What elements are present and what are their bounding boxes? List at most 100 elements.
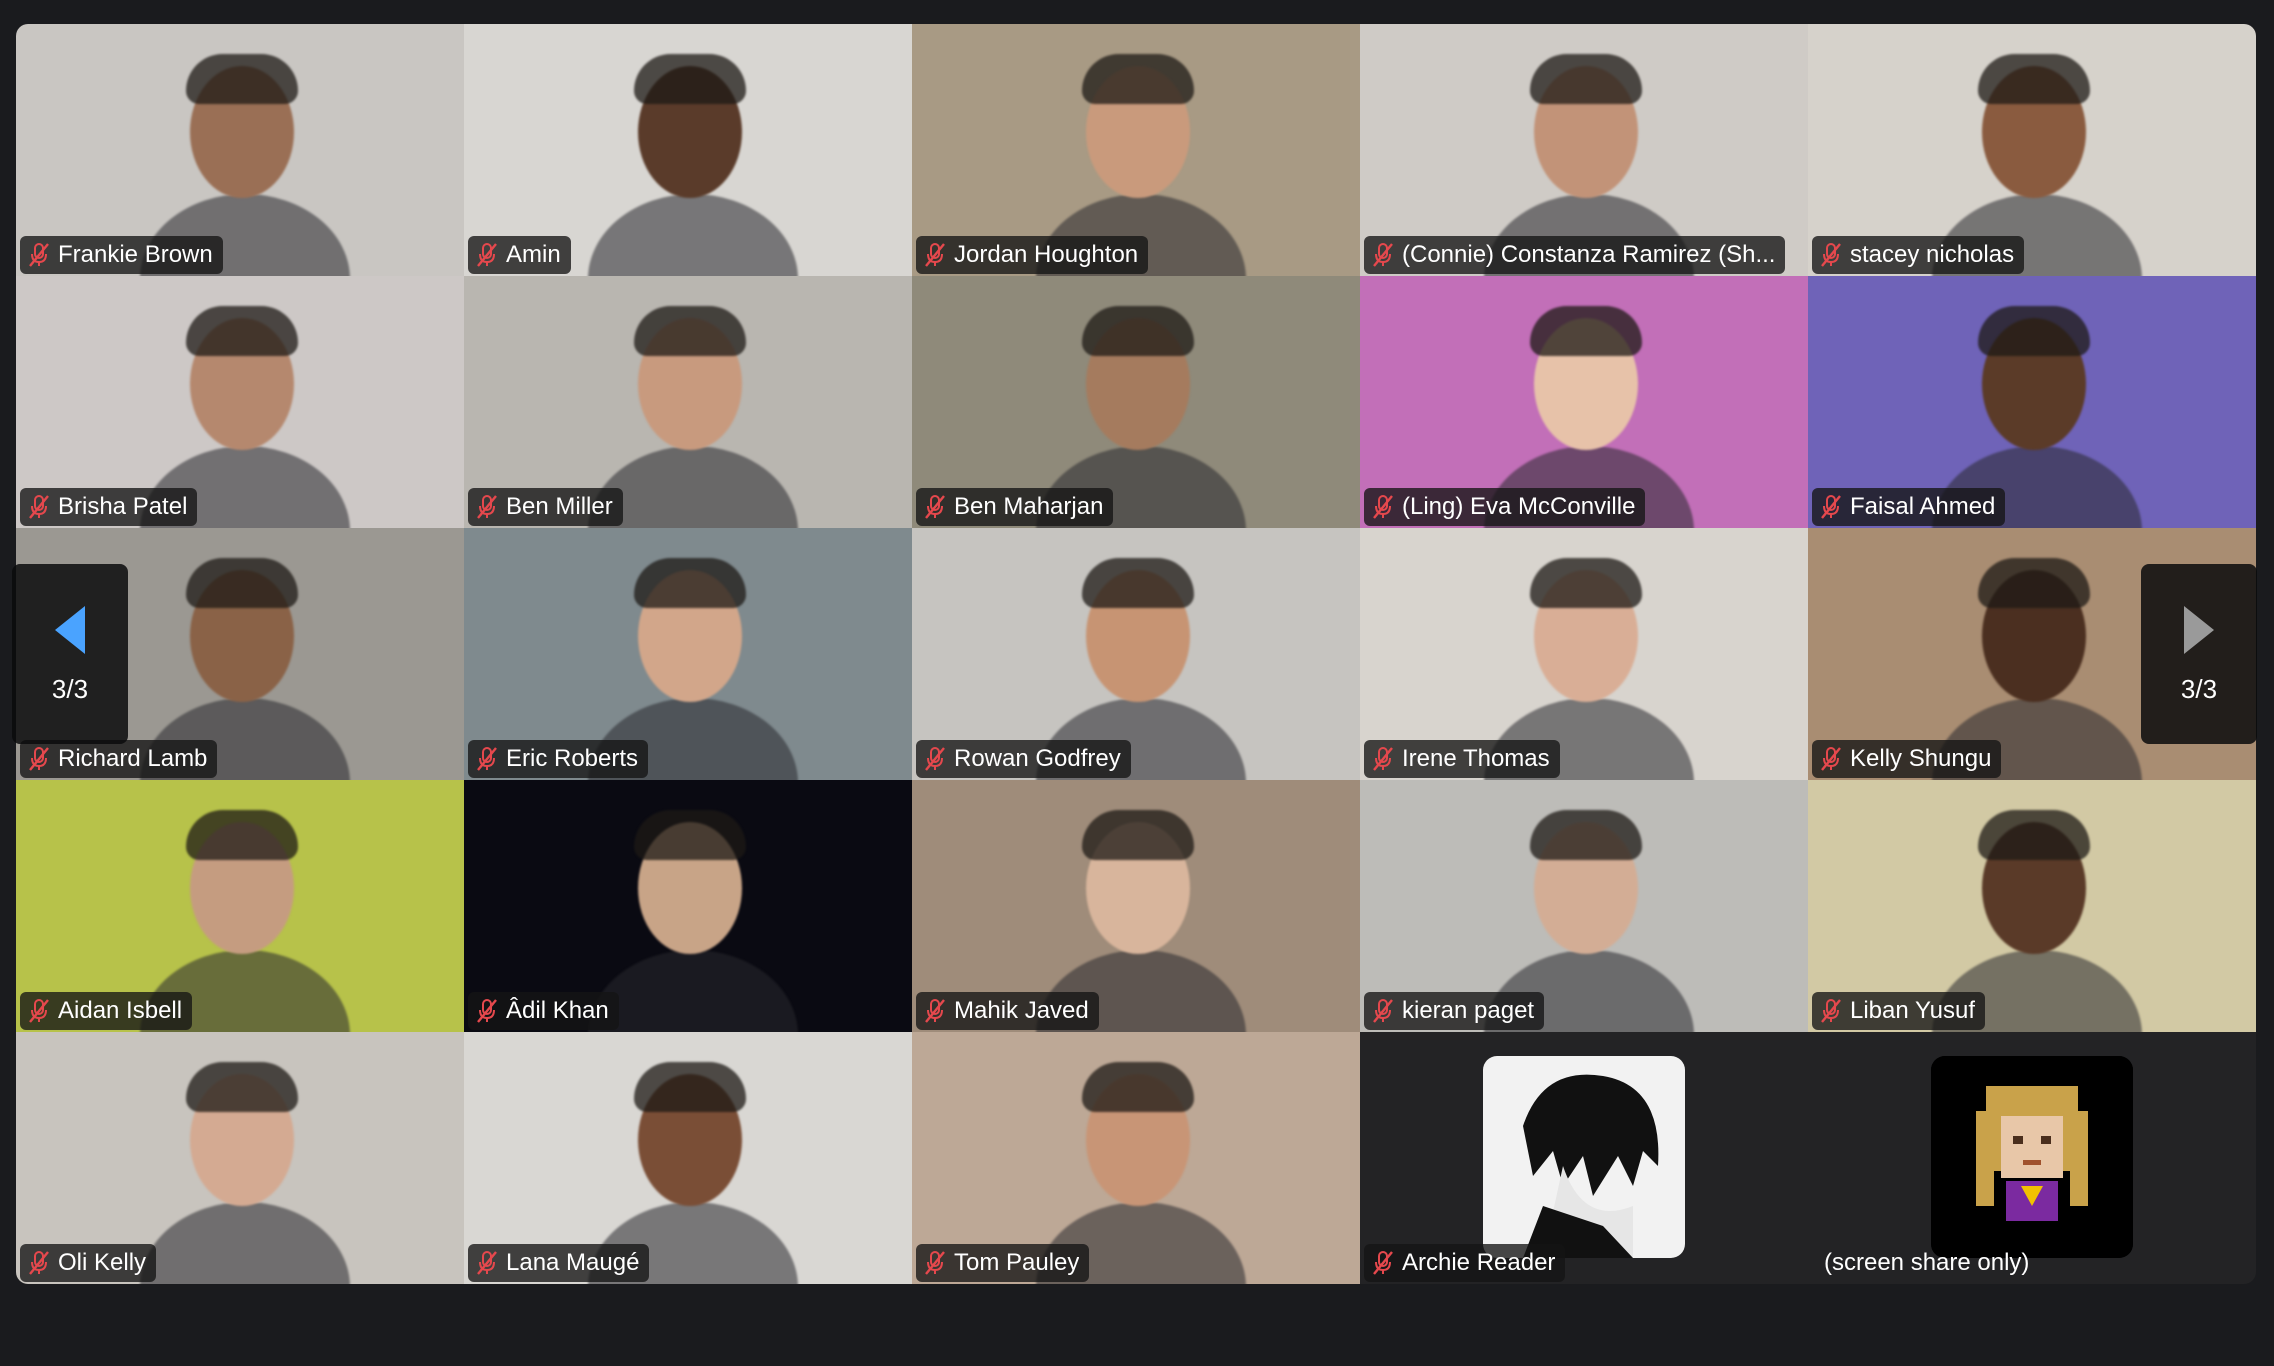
participant-tile[interactable]: Faisal Ahmed [1808, 276, 2256, 528]
chevron-right-icon [2184, 605, 2214, 654]
participant-name: Faisal Ahmed [1850, 493, 1996, 520]
muted-microphone-icon [29, 999, 49, 1023]
participant-name-tag: Tom Pauley [916, 1244, 1090, 1282]
participant-tile[interactable]: Mahik Javed [912, 780, 1360, 1032]
participant-body [588, 950, 798, 1032]
participant-hair [186, 558, 298, 608]
participant-name-tag: Irene Thomas [1364, 740, 1560, 778]
participant-body [140, 1202, 350, 1284]
participant-name: Ben Miller [506, 493, 613, 520]
participant-name-tag: Ben Miller [468, 488, 623, 526]
next-page-button[interactable]: 3/3 [2141, 564, 2257, 744]
participant-tile[interactable]: Tom Pauley [912, 1032, 1360, 1284]
participant-tile[interactable]: Eric Roberts [464, 528, 912, 780]
participant-name: Liban Yusuf [1850, 997, 1976, 1024]
muted-microphone-icon [1821, 999, 1841, 1023]
participant-hair [634, 1062, 746, 1112]
participant-name: Âdil Khan [506, 997, 609, 1024]
participant-hair [1530, 54, 1642, 104]
participant-tile[interactable]: Amin [464, 24, 912, 276]
participant-name: Mahik Javed [954, 997, 1089, 1024]
participant-name: Richard Lamb [58, 745, 208, 772]
participant-name: Frankie Brown [58, 241, 213, 268]
participant-name: Jordan Houghton [954, 241, 1139, 268]
participant-tile[interactable]: (Connie) Constanza Ramirez (Sh... [1360, 24, 1808, 276]
muted-microphone-icon [29, 1251, 49, 1275]
participant-hair [1978, 558, 2090, 608]
participant-name: Tom Pauley [954, 1249, 1080, 1276]
participant-name: Eric Roberts [506, 745, 639, 772]
participant-name-tag: Liban Yusuf [1812, 992, 1986, 1030]
participant-name: Archie Reader [1402, 1249, 1556, 1276]
muted-microphone-icon [925, 747, 945, 771]
participant-name-tag: Faisal Ahmed [1812, 488, 2006, 526]
participant-name-tag: Oli Kelly [20, 1244, 157, 1282]
participant-tile[interactable]: Liban Yusuf [1808, 780, 2256, 1032]
muted-microphone-icon [1821, 495, 1841, 519]
participant-hair [1530, 306, 1642, 356]
video-grid: Frankie Brown Amin Jordan Houghton (Connie)… [16, 24, 2256, 1284]
muted-microphone-icon [1373, 243, 1393, 267]
participant-tile[interactable]: (screen share only) [1808, 1032, 2256, 1284]
participant-name: (Ling) Eva McConville [1402, 493, 1636, 520]
participant-tile[interactable]: kieran paget [1360, 780, 1808, 1032]
participant-name-tag: Mahik Javed [916, 992, 1099, 1030]
muted-microphone-icon [477, 243, 497, 267]
participant-name: Amin [506, 241, 561, 268]
participant-tile[interactable]: Lana Maugé [464, 1032, 912, 1284]
muted-microphone-icon [1373, 495, 1393, 519]
participant-tile[interactable]: stacey nicholas [1808, 24, 2256, 276]
participant-name-tag: Ben Maharjan [916, 488, 1114, 526]
participant-name-tag: kieran paget [1364, 992, 1545, 1030]
participant-name: Aidan Isbell [58, 997, 183, 1024]
participant-name: (screen share only) [1824, 1249, 2030, 1276]
participant-name-tag: Âdil Khan [468, 992, 619, 1030]
participant-tile[interactable]: Brisha Patel [16, 276, 464, 528]
participant-name-tag: Richard Lamb [20, 740, 218, 778]
muted-microphone-icon [477, 747, 497, 771]
participant-tile[interactable]: Archie Reader [1360, 1032, 1808, 1284]
participant-hair [1082, 810, 1194, 860]
participant-hair [1978, 810, 2090, 860]
participant-name: (Connie) Constanza Ramirez (Sh... [1402, 241, 1776, 268]
previous-page-button[interactable]: 3/3 [12, 564, 128, 744]
participant-tile[interactable]: (Ling) Eva McConville [1360, 276, 1808, 528]
participant-name: Irene Thomas [1402, 745, 1550, 772]
muted-microphone-icon [1373, 1251, 1393, 1275]
participant-name-tag: Lana Maugé [468, 1244, 650, 1282]
participant-hair [186, 810, 298, 860]
chevron-left-icon [55, 605, 85, 654]
participant-tile[interactable]: Aidan Isbell [16, 780, 464, 1032]
participant-hair [1978, 54, 2090, 104]
participant-name-tag: Jordan Houghton [916, 236, 1149, 274]
participant-tile[interactable]: Ben Miller [464, 276, 912, 528]
participant-name-tag: Rowan Godfrey [916, 740, 1131, 778]
participant-tile[interactable]: Âdil Khan [464, 780, 912, 1032]
participant-name-tag: (screen share only) [1816, 1244, 2039, 1282]
participant-hair [634, 558, 746, 608]
participant-hair [1530, 810, 1642, 860]
participant-name: stacey nicholas [1850, 241, 2015, 268]
muted-microphone-icon [1373, 747, 1393, 771]
participant-name: Kelly Shungu [1850, 745, 1992, 772]
participant-tile[interactable]: Irene Thomas [1360, 528, 1808, 780]
participant-name: Brisha Patel [58, 493, 188, 520]
participant-tile[interactable]: Jordan Houghton [912, 24, 1360, 276]
participant-name-tag: (Ling) Eva McConville [1364, 488, 1646, 526]
participant-name-tag: Brisha Patel [20, 488, 198, 526]
muted-microphone-icon [925, 243, 945, 267]
profile-avatar [1931, 1056, 2133, 1258]
muted-microphone-icon [477, 999, 497, 1023]
participant-name-tag: Frankie Brown [20, 236, 223, 274]
participant-hair [186, 54, 298, 104]
participant-tile[interactable]: Ben Maharjan [912, 276, 1360, 528]
participant-name-tag: Amin [468, 236, 571, 274]
participant-tile[interactable]: Oli Kelly [16, 1032, 464, 1284]
participant-hair [186, 1062, 298, 1112]
participant-hair [634, 306, 746, 356]
participant-tile[interactable]: Frankie Brown [16, 24, 464, 276]
muted-microphone-icon [29, 495, 49, 519]
participant-name: Ben Maharjan [954, 493, 1104, 520]
participant-hair [1530, 558, 1642, 608]
participant-tile[interactable]: Rowan Godfrey [912, 528, 1360, 780]
